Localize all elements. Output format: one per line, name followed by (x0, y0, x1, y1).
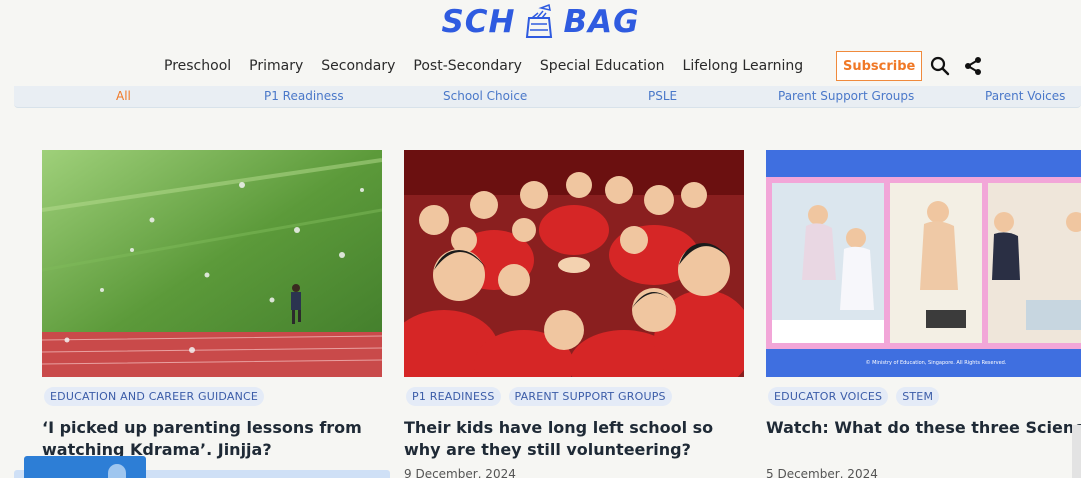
category-all[interactable]: All (116, 89, 131, 103)
floating-action-button[interactable] (24, 456, 146, 478)
article-tag[interactable]: PARENT SUPPORT GROUPS (508, 387, 672, 406)
logo-text-right: BAG (563, 4, 640, 40)
article-tag[interactable]: STEM (896, 387, 940, 406)
article-title[interactable]: ‘I picked up parenting lessons from watc… (42, 417, 382, 461)
category-parent-support-groups[interactable]: Parent Support Groups (778, 89, 914, 103)
article-card[interactable]: EDUCATION AND CAREER GUIDANCE ‘I picked … (42, 150, 382, 459)
nav-special-education[interactable]: Special Education (540, 58, 665, 74)
subscribe-button[interactable]: Subscribe (836, 51, 923, 81)
article-card[interactable]: © Ministry of Education, Singapore. All … (766, 150, 1081, 478)
article-card[interactable]: P1 READINESS PARENT SUPPORT GROUPS Their… (404, 150, 744, 478)
article-date: 9 December, 2024 (404, 467, 516, 478)
article-title[interactable]: Watch: What do these three Science teach… (766, 417, 1081, 439)
search-icon[interactable] (930, 56, 950, 76)
logo-text-left: SCH (441, 4, 516, 40)
category-parent-voices[interactable]: Parent Voices (985, 89, 1065, 103)
article-image-volunteers[interactable] (404, 150, 744, 377)
category-bar: All P1 Readiness School Choice PSLE Pare… (14, 86, 1081, 108)
image-caption: © Ministry of Education, Singapore. All … (866, 359, 1007, 366)
nav-preschool[interactable]: Preschool (164, 58, 231, 74)
category-psle[interactable]: PSLE (648, 89, 677, 103)
article-title[interactable]: Their kids have long left school so why … (404, 417, 744, 461)
fab-indicator (108, 464, 126, 478)
scrollbar[interactable] (1072, 425, 1081, 478)
article-tag[interactable]: EDUCATION AND CAREER GUIDANCE (44, 387, 265, 406)
schoolbag-icon (526, 4, 553, 38)
share-icon[interactable] (964, 56, 982, 76)
nav-post-secondary[interactable]: Post-Secondary (413, 58, 522, 74)
article-date: 5 December, 2024 (766, 467, 878, 478)
nav-primary[interactable]: Primary (249, 58, 303, 74)
nav-lifelong-learning[interactable]: Lifelong Learning (683, 58, 804, 74)
article-tag[interactable]: P1 READINESS (406, 387, 501, 406)
nav-secondary[interactable]: Secondary (321, 58, 395, 74)
category-school-choice[interactable]: School Choice (443, 89, 527, 103)
page: SCH BAG Preschool Primary Secondary Post… (0, 0, 1081, 478)
main-nav: Preschool Primary Secondary Post-Seconda… (0, 48, 1081, 84)
article-image-teachers[interactable]: © Ministry of Education, Singapore. All … (766, 150, 1081, 377)
article-tag[interactable]: EDUCATOR VOICES (768, 387, 889, 406)
site-logo[interactable]: SCH BAG (0, 4, 1081, 40)
category-p1-readiness[interactable]: P1 Readiness (264, 89, 344, 103)
article-image-track[interactable] (42, 150, 382, 377)
